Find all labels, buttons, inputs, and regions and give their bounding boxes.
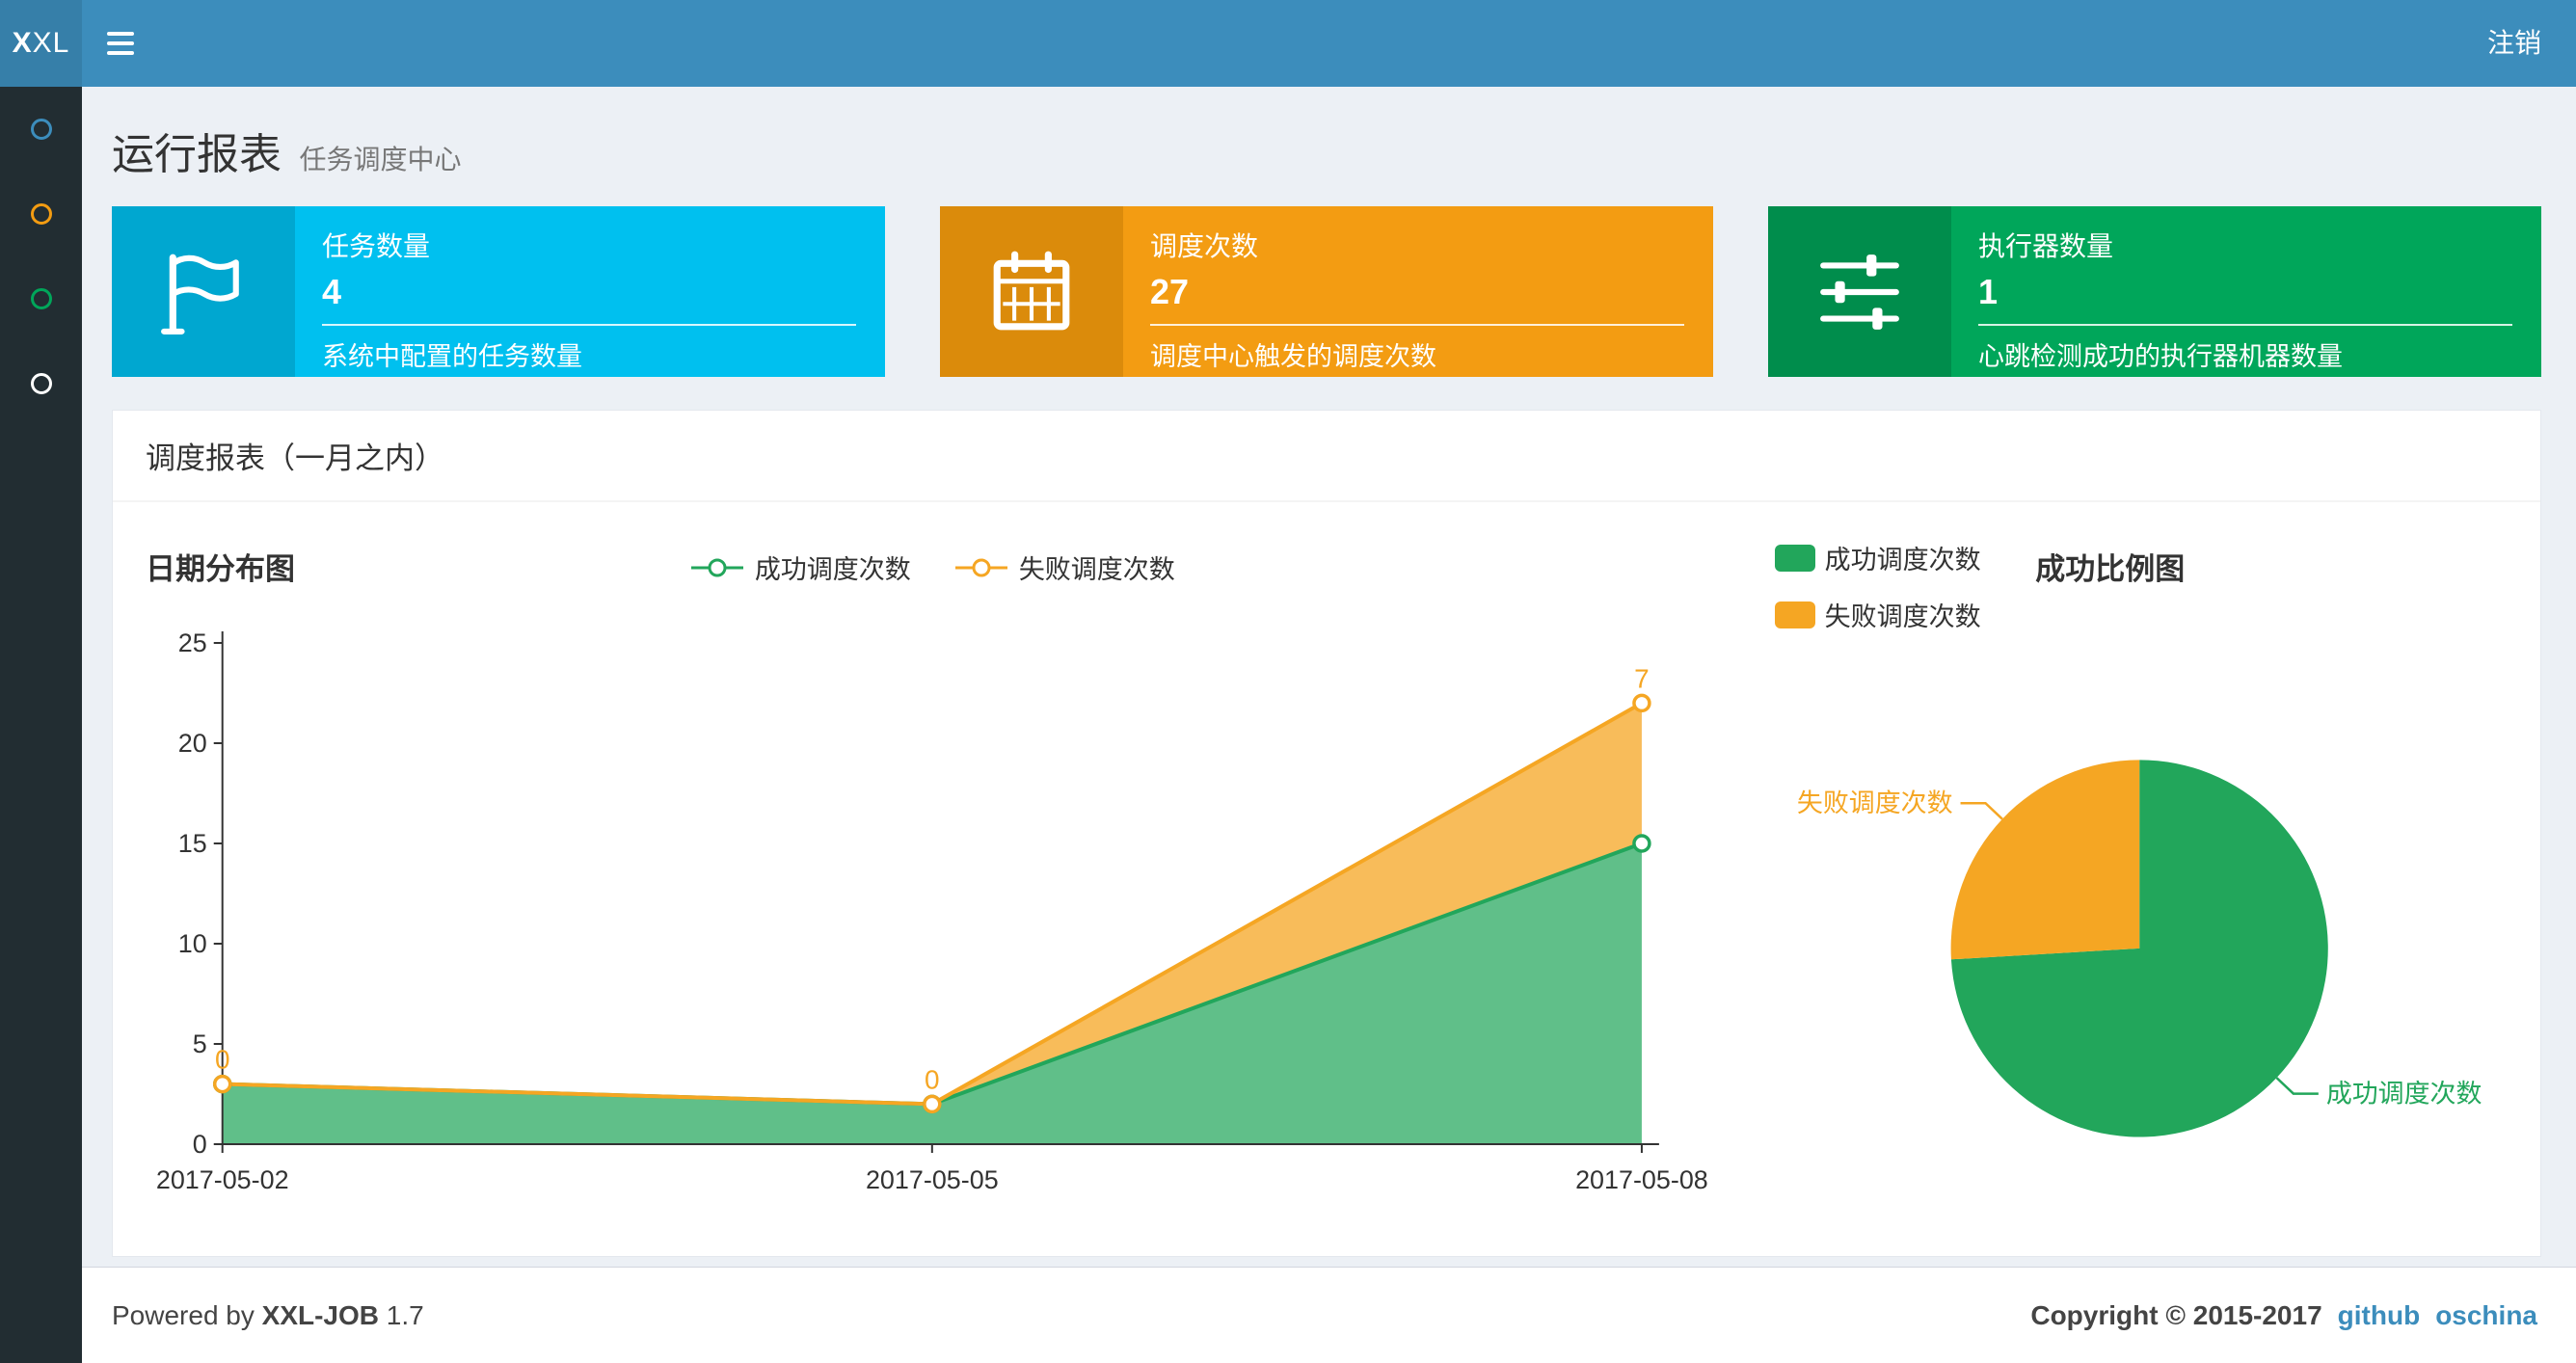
legend-swatch bbox=[1774, 544, 1815, 572]
github-link[interactable]: github bbox=[2338, 1300, 2421, 1331]
pie-chart-section: 成功调度次数 失败调度次数 成功比例图 成功调度次数 失败调度次数 bbox=[1752, 520, 2540, 1221]
copyright-text: Copyright © 2015-2017 bbox=[2030, 1299, 2322, 1330]
info-box-label: 任务数量 bbox=[322, 231, 431, 261]
legend-label: 成功调度次数 bbox=[1824, 546, 1981, 575]
oschina-link[interactable]: oschina bbox=[2435, 1300, 2537, 1331]
pie-chart-legend: 成功调度次数 失败调度次数 bbox=[1774, 539, 1981, 633]
page-title: 运行报表 bbox=[112, 131, 282, 178]
sidebar-toggle-button[interactable] bbox=[82, 0, 159, 87]
main-footer: Powered by XXL-JOB 1.7 Copyright © 2015-… bbox=[82, 1267, 2576, 1363]
page-subtitle: 任务调度中心 bbox=[299, 145, 462, 174]
info-box-jobs: 任务数量 4 系统中配置的任务数量 bbox=[112, 206, 885, 377]
divider bbox=[322, 324, 856, 326]
legend-item-fail[interactable]: 失败调度次数 bbox=[1774, 596, 1981, 633]
line-chart-legend: 成功调度次数 失败调度次数 bbox=[689, 548, 1175, 586]
hamburger-icon bbox=[107, 41, 134, 45]
info-box-description: 调度中心触发的调度次数 bbox=[1150, 342, 1436, 371]
legend-item-success[interactable]: 成功调度次数 bbox=[689, 548, 911, 586]
info-box-value: 1 bbox=[1978, 272, 1999, 311]
info-box-label: 调度次数 bbox=[1150, 231, 1259, 261]
footer-right: Copyright © 2015-2017 github oschina bbox=[2030, 1300, 2537, 1331]
panel-title: 调度报表（一月之内） bbox=[113, 411, 2540, 502]
legend-item-fail[interactable]: 失败调度次数 bbox=[953, 548, 1175, 586]
legend-label: 失败调度次数 bbox=[1824, 602, 1981, 631]
line-legend-icon bbox=[954, 558, 1007, 576]
divider bbox=[1150, 324, 1684, 326]
legend-label: 失败调度次数 bbox=[1018, 555, 1175, 584]
svg-text:0: 0 bbox=[215, 1045, 230, 1075]
flag-icon bbox=[161, 254, 239, 334]
info-box-label: 执行器数量 bbox=[1978, 231, 2114, 261]
line-legend-icon bbox=[690, 558, 743, 576]
svg-text:20: 20 bbox=[178, 729, 207, 758]
svg-text:5: 5 bbox=[193, 1029, 207, 1058]
product-version: 1.7 bbox=[386, 1299, 424, 1330]
info-box-triggers: 调度次数 27 调度中心触发的调度次数 bbox=[940, 206, 1713, 377]
circle-icon bbox=[30, 119, 52, 140]
info-box-description: 心跳检测成功的执行器机器数量 bbox=[1978, 342, 2343, 371]
svg-text:成功调度次数: 成功调度次数 bbox=[2325, 1080, 2482, 1109]
legend-label: 成功调度次数 bbox=[754, 555, 911, 584]
svg-text:2017-05-05: 2017-05-05 bbox=[866, 1165, 999, 1194]
circle-icon bbox=[30, 203, 52, 225]
main-navbar: X XL 注销 bbox=[0, 0, 2576, 87]
svg-text:2017-05-02: 2017-05-02 bbox=[156, 1165, 289, 1194]
info-boxes-row: 任务数量 4 系统中配置的任务数量 调度次数 27 调度中心触发的调度次数 执行… bbox=[112, 206, 2541, 377]
success-ratio-pie: 成功调度次数 失败调度次数 bbox=[1797, 760, 2482, 1137]
circle-icon bbox=[30, 373, 52, 394]
svg-text:失败调度次数: 失败调度次数 bbox=[1797, 788, 1953, 817]
info-box-value: 4 bbox=[322, 272, 342, 311]
content: 运行报表 任务调度中心 任务数量 4 系统中配置的任务数量 调度次数 27 调度… bbox=[82, 87, 2576, 1267]
svg-text:2017-05-08: 2017-05-08 bbox=[1575, 1165, 1708, 1194]
legend-swatch bbox=[1774, 601, 1815, 628]
svg-text:25: 25 bbox=[178, 628, 207, 657]
app-logo-text-bold: X bbox=[12, 27, 33, 59]
date-chart-title: 日期分布图 bbox=[146, 552, 295, 586]
calendar-icon bbox=[993, 251, 1070, 330]
date-distribution-chart: 05101520252017-05-02 2017-05-05 2017-05-08… bbox=[156, 628, 1708, 1194]
svg-text:15: 15 bbox=[178, 829, 207, 858]
logout-link[interactable]: 注销 bbox=[2453, 0, 2576, 87]
sliders-icon bbox=[1820, 254, 1899, 330]
svg-text:10: 10 bbox=[178, 929, 207, 958]
divider bbox=[1978, 324, 2512, 326]
sidebar-item-job-manage[interactable] bbox=[0, 172, 82, 256]
page-header: 运行报表 任务调度中心 bbox=[112, 120, 2541, 181]
product-name: XXL-JOB bbox=[261, 1299, 380, 1330]
date-chart-section: 日期分布图 成功调度次数 失败调度次数 0 5 10 15 20 25 2017… bbox=[113, 520, 1752, 1221]
info-box-executors: 执行器数量 1 心跳检测成功的执行器机器数量 bbox=[1768, 206, 2541, 377]
app-logo[interactable]: X XL bbox=[0, 0, 82, 87]
navbar-right: 注销 bbox=[2453, 0, 2576, 87]
hamburger-icon bbox=[107, 32, 134, 36]
pie-chart-title: 成功比例图 bbox=[2035, 552, 2186, 586]
app-logo-text-light: XL bbox=[32, 27, 70, 59]
powered-by: Powered by XXL-JOB 1.7 bbox=[112, 1299, 424, 1330]
sidebar bbox=[0, 87, 82, 1363]
svg-text:0: 0 bbox=[925, 1064, 940, 1094]
svg-text:7: 7 bbox=[1634, 663, 1650, 693]
info-box-value: 27 bbox=[1150, 272, 1190, 311]
sidebar-item-help[interactable] bbox=[0, 341, 82, 426]
sidebar-item-dashboard[interactable] bbox=[0, 87, 82, 172]
svg-text:0: 0 bbox=[193, 1130, 207, 1159]
legend-item-success[interactable]: 成功调度次数 bbox=[1774, 539, 1981, 576]
report-panel: 调度报表（一月之内） 日期分布图 成功调度次数 失败调度次数 0 5 10 15… bbox=[112, 410, 2541, 1257]
circle-icon bbox=[30, 288, 52, 309]
hamburger-icon bbox=[107, 51, 134, 55]
info-box-description: 系统中配置的任务数量 bbox=[322, 342, 582, 371]
sidebar-item-executor-manage[interactable] bbox=[0, 256, 82, 341]
